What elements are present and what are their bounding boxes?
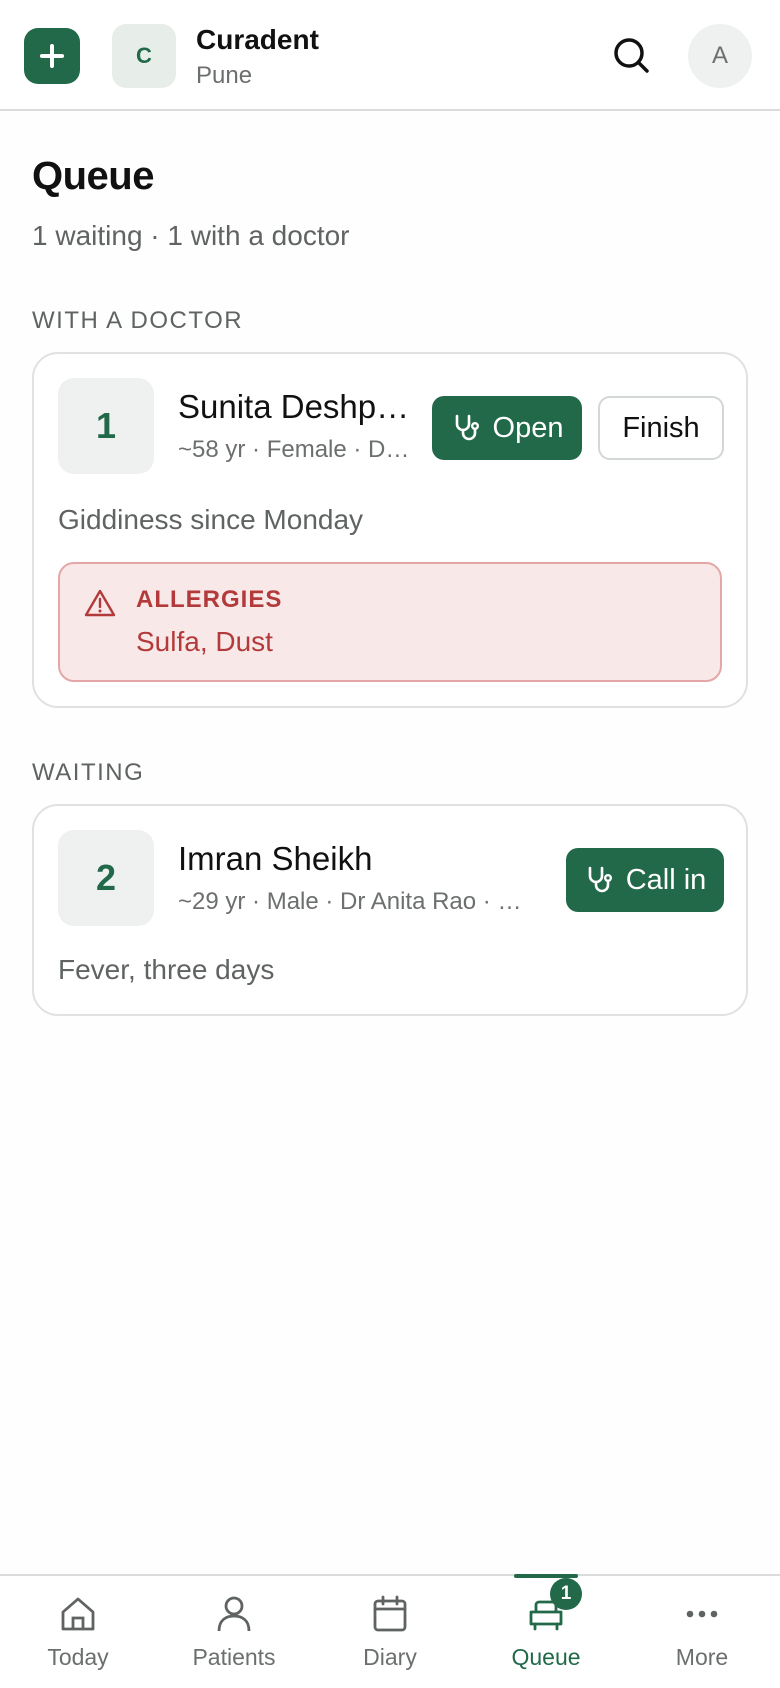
finish-button[interactable]: Finish — [598, 396, 724, 460]
patient-name: Sunita Deshp… — [178, 388, 410, 425]
plus-icon — [40, 44, 64, 68]
nav-label: Patients — [192, 1644, 276, 1670]
patient-complaint: Giddiness since Monday — [58, 504, 364, 535]
open-button-label: Open — [492, 411, 564, 444]
clinic-badge[interactable]: C — [112, 24, 176, 88]
patient-card[interactable]: 1 Sunita Deshp… ~58 yr · Female · D… Ope… — [32, 352, 748, 708]
page-subtitle: 1 waiting · 1 with a doctor — [32, 220, 350, 251]
queue-count-badge: 1 — [550, 1578, 582, 1610]
stethoscope-icon — [588, 866, 612, 893]
patient-name: Imran Sheikh — [178, 840, 373, 877]
bottom-nav: Today Patients Diary Queue More — [0, 1574, 780, 1688]
open-button[interactable]: Open — [432, 396, 582, 460]
nav-label: Queue — [511, 1644, 581, 1670]
nav-item-today[interactable]: Today — [0, 1576, 156, 1688]
nav-item-queue[interactable]: Queue — [468, 1576, 624, 1688]
home-icon — [61, 1597, 95, 1631]
patient-complaint: Fever, three days — [58, 954, 275, 985]
nav-label: Today — [47, 1644, 109, 1670]
nav-item-patients[interactable]: Patients — [156, 1576, 312, 1688]
call-in-button[interactable]: Call in — [566, 848, 724, 912]
patient-meta: ~29 yr · Male · Dr Anita Rao · 1… — [178, 888, 534, 915]
app-header: C Curadent Pune A — [0, 0, 780, 111]
nav-label: More — [675, 1644, 729, 1670]
person-icon — [217, 1596, 251, 1632]
stethoscope-icon — [455, 414, 479, 441]
calendar-icon — [373, 1595, 407, 1632]
avatar[interactable]: A — [688, 24, 752, 88]
token-number: 2 — [58, 830, 154, 926]
allergy-title: ALLERGIES — [136, 586, 283, 613]
more-icon — [686, 1610, 718, 1618]
nav-label: Diary — [363, 1644, 417, 1670]
allergy-list: Sulfa, Dust — [136, 626, 273, 657]
token-number: 1 — [58, 378, 154, 474]
section-label-with-doctor: WITH A DOCTOR — [32, 307, 244, 334]
allergy-alert: ALLERGIES Sulfa, Dust — [58, 562, 722, 682]
nav-item-diary[interactable]: Diary — [312, 1576, 468, 1688]
clinic-city: Pune — [196, 62, 253, 89]
search-icon — [614, 38, 649, 73]
search-button[interactable] — [608, 32, 656, 80]
call-in-button-label: Call in — [625, 863, 707, 896]
section-label-waiting: WAITING — [32, 759, 145, 786]
page-title: Queue — [32, 154, 154, 198]
patient-card[interactable]: 2 Imran Sheikh ~29 yr · Male · Dr Anita … — [32, 804, 748, 1016]
add-button[interactable] — [24, 28, 80, 84]
clinic-name[interactable]: Curadent — [196, 24, 319, 56]
warning-icon — [84, 589, 116, 617]
patient-meta: ~58 yr · Female · D… — [178, 436, 410, 463]
finish-button-label: Finish — [622, 411, 700, 444]
nav-item-more[interactable]: More — [624, 1576, 780, 1688]
